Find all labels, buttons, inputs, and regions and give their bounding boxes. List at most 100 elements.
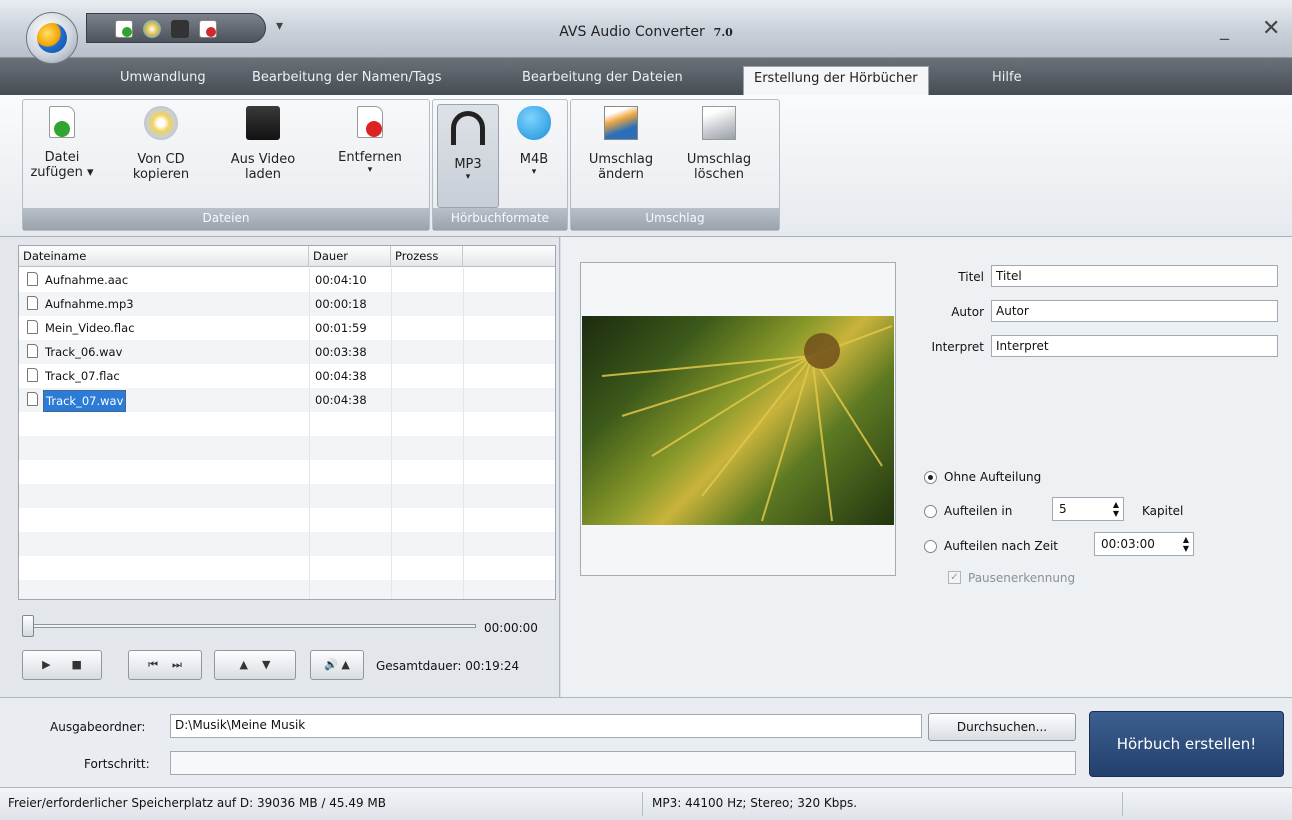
change-cover-button[interactable]: Umschlag ändern	[581, 106, 661, 182]
title-label: Titel	[958, 270, 984, 284]
remove-file-icon	[357, 106, 383, 138]
file-duration: 00:04:10	[315, 273, 367, 287]
table-row	[19, 436, 555, 460]
move-up-down-buttons[interactable]: ▲ ▼	[214, 650, 296, 680]
chapter-count-stepper[interactable]: 5 ▲ ▼	[1052, 497, 1124, 521]
group-dateien: Datei zufügen ▾ Von CD kopieren Aus Video l…	[22, 99, 430, 231]
radio-split-chapters[interactable]	[924, 505, 937, 518]
pause-detection-checkbox[interactable]: ✓	[948, 571, 961, 584]
next-track-icon: ⏭	[172, 658, 182, 671]
m4b-format-button[interactable]: M4B ▾	[503, 106, 565, 177]
table-row[interactable]: Aufnahme.aac 00:04:10	[19, 268, 555, 292]
file-list[interactable]: Dateiname Dauer Prozess Aufnahme.aac 00:0…	[18, 245, 556, 600]
split-time-stepper[interactable]: 00:03:00 ▲ ▼	[1094, 532, 1194, 556]
output-folder-field[interactable]: D:\Musik\Meine Musik	[170, 714, 922, 738]
file-icon	[27, 272, 38, 286]
table-row	[19, 532, 555, 556]
play-button[interactable]: ▶ ■	[22, 650, 102, 680]
table-row[interactable]: Track_06.wav 00:03:38	[19, 340, 555, 364]
stepper-arrows-icon[interactable]: ▲ ▼	[1183, 535, 1189, 553]
table-row	[19, 556, 555, 580]
file-icon	[27, 296, 38, 310]
file-name: Track_07.flac	[45, 369, 120, 383]
cd-icon	[144, 106, 178, 140]
table-row[interactable]: Aufnahme.mp3 00:00:18	[19, 292, 555, 316]
radio-no-split[interactable]	[924, 471, 937, 484]
stop-icon: ■	[71, 658, 82, 671]
group-umschlag: Umschlag ändern Umschlag löschen Umschlag	[570, 99, 780, 231]
file-icon	[27, 344, 38, 358]
radio-split-time[interactable]	[924, 540, 937, 553]
tab-hoerbuecher[interactable]: Erstellung der Hörbücher	[743, 66, 929, 96]
file-duration: 00:04:38	[315, 393, 367, 407]
file-icon	[27, 368, 38, 382]
group-label: Hörbuchformate	[433, 208, 567, 230]
column-header-empty	[463, 246, 555, 267]
column-header-dateiname[interactable]: Dateiname	[19, 246, 309, 267]
create-audiobook-button[interactable]: Hörbuch erstellen!	[1089, 711, 1284, 777]
performer-label: Interpret	[931, 340, 984, 354]
output-folder-label: Ausgabeordner:	[50, 720, 146, 734]
volume-icon: 🔊	[324, 658, 338, 671]
table-row	[19, 508, 555, 532]
column-header-prozess[interactable]: Prozess	[391, 246, 463, 267]
file-duration: 00:00:18	[315, 297, 367, 311]
format-status: MP3: 44100 Hz; Stereo; 320 Kbps.	[652, 796, 858, 810]
stepper-arrows-icon[interactable]: ▲ ▼	[1113, 500, 1119, 518]
previous-track-icon: ⏮	[148, 658, 158, 671]
prev-next-buttons[interactable]: ⏮ ⏭	[128, 650, 202, 680]
tab-hilfe[interactable]: Hilfe	[992, 70, 1022, 85]
load-from-video-button[interactable]: Aus Video laden	[223, 106, 303, 182]
clapperboard-icon	[246, 106, 280, 140]
total-duration: Gesamtdauer: 00:19:24	[376, 659, 520, 673]
mp3-format-button[interactable]: MP3 ▾	[437, 104, 499, 208]
current-time: 00:00:00	[484, 621, 538, 635]
table-row	[19, 484, 555, 508]
tab-umwandlung[interactable]: Umwandlung	[120, 70, 206, 85]
volume-arrow-icon: ▲	[341, 658, 350, 671]
apple-icon	[517, 106, 551, 140]
file-name: Track_07.wav	[43, 390, 127, 412]
file-icon	[27, 392, 38, 406]
table-row[interactable]: Track_07.wav 00:04:38	[19, 388, 555, 412]
file-name: Track_06.wav	[45, 345, 123, 359]
remove-button[interactable]: Entfernen ▾	[327, 106, 413, 175]
disk-space-status: Freier/erforderlicher Speicherplatz auf …	[8, 796, 387, 810]
playback-track[interactable]	[28, 624, 476, 628]
no-split-label: Ohne Aufteilung	[944, 470, 1042, 484]
close-button[interactable]: ✕	[1262, 16, 1280, 41]
browse-button[interactable]: Durchsuchen...	[928, 713, 1076, 741]
title-field[interactable]: Titel	[991, 265, 1278, 287]
table-row[interactable]: Track_07.flac 00:04:38	[19, 364, 555, 388]
file-name: Aufnahme.mp3	[45, 297, 134, 311]
table-row[interactable]: Mein_Video.flac 00:01:59	[19, 316, 555, 340]
status-bar: Freier/erforderlicher Speicherplatz auf …	[0, 787, 1292, 820]
progress-label: Fortschritt:	[84, 757, 150, 771]
headphones-icon	[451, 111, 485, 145]
chapters-label: Kapitel	[1142, 504, 1184, 518]
author-field[interactable]: Autor	[991, 300, 1278, 322]
author-label: Autor	[951, 305, 984, 319]
column-header-dauer[interactable]: Dauer	[309, 246, 391, 267]
table-row	[19, 460, 555, 484]
ribbon-tab-bar: Umwandlung Bearbeitung der Namen/Tags Be…	[0, 58, 1292, 96]
file-duration: 00:04:38	[315, 369, 367, 383]
table-row	[19, 412, 555, 436]
app-menu-button[interactable]	[26, 12, 78, 64]
window-title: AVS Audio Converter 7.0	[559, 24, 733, 40]
file-name: Aufnahme.aac	[45, 273, 129, 287]
tab-namen-tags[interactable]: Bearbeitung der Namen/Tags	[252, 70, 442, 85]
tab-dateien[interactable]: Bearbeitung der Dateien	[522, 70, 683, 85]
file-icon	[27, 320, 38, 334]
performer-field[interactable]: Interpret	[991, 335, 1278, 357]
delete-cover-button[interactable]: Umschlag löschen	[679, 106, 759, 182]
delete-cover-icon	[702, 106, 736, 140]
volume-button[interactable]: 🔊 ▲	[310, 650, 364, 680]
playback-slider-thumb[interactable]	[22, 615, 34, 637]
add-file-button[interactable]: Datei zufügen ▾	[27, 106, 97, 180]
table-row	[19, 580, 555, 599]
copy-from-cd-button[interactable]: Von CD kopieren	[123, 106, 199, 182]
minimize-button[interactable]: _	[1220, 20, 1229, 41]
group-hoerbuchformate: MP3 ▾ M4B ▾ Hörbuchformate	[432, 99, 568, 231]
file-name: Mein_Video.flac	[45, 321, 135, 335]
